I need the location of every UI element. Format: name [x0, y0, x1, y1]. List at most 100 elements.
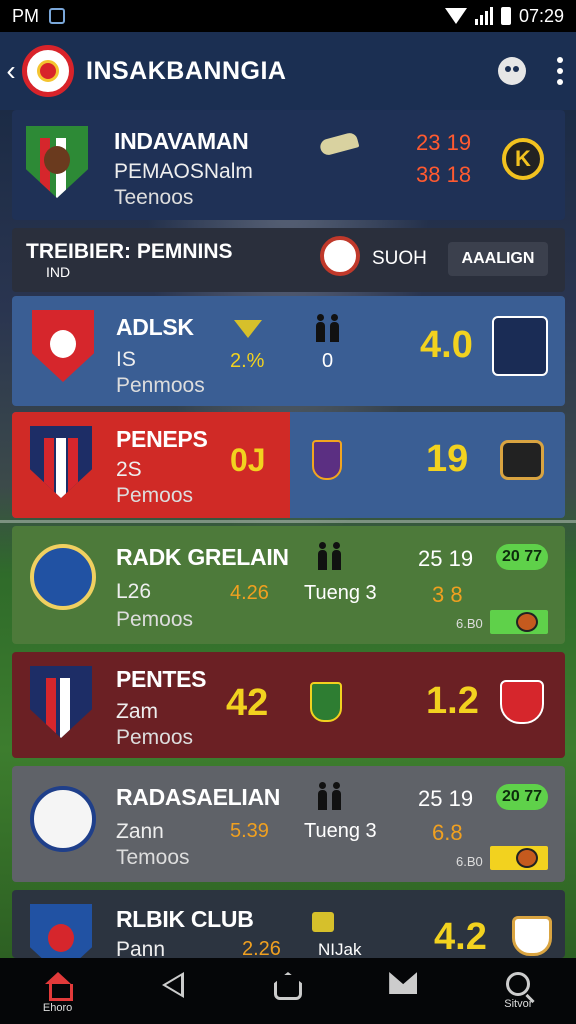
bottom-navigation: Ehoro Sitvor	[0, 958, 576, 1024]
score-bottom: 38 18	[416, 162, 472, 187]
team-subtitle: L26	[116, 580, 152, 603]
bar-label: 6.B0	[456, 616, 483, 631]
club-badge-icon	[312, 440, 342, 480]
match-score: 4.2	[434, 916, 487, 958]
match-stat: 2.%	[230, 350, 265, 372]
match-card[interactable]: RADK GRELAIN L26 Pemoos 4.26 Tueng 3 25 …	[12, 526, 565, 644]
team-label: Tueng 3	[304, 582, 377, 604]
score-bottom: 6.8	[432, 820, 463, 845]
players-icon	[314, 314, 342, 342]
opponent-badge-icon	[492, 316, 548, 376]
match-stat: 4.26	[230, 582, 269, 604]
match-stat: 5.39	[230, 820, 269, 842]
team-subtitle: PEMAOSNalm	[114, 160, 253, 183]
match-stat: 0J	[230, 442, 266, 478]
nav-home-button[interactable]	[248, 972, 328, 1000]
team-meta: Pemoos	[116, 484, 194, 507]
wifi-icon	[444, 8, 467, 24]
status-bar: PM 07:29	[0, 0, 576, 32]
score-top: 25 19	[418, 786, 474, 811]
team-subtitle: IS	[116, 348, 136, 371]
team-meta: Pemoos	[116, 726, 194, 749]
more-menu-icon[interactable]	[554, 57, 566, 85]
odds-pill[interactable]: 20 77	[496, 544, 548, 570]
team-subtitle: Zam	[116, 700, 158, 723]
players-icon	[316, 782, 344, 810]
mail-icon	[389, 972, 418, 994]
team-crest	[32, 310, 94, 382]
nav-back[interactable]	[133, 972, 213, 998]
filter-title: TREIBIER: PEMNINS	[26, 240, 233, 263]
trophy-icon	[234, 320, 262, 338]
bet-bar[interactable]	[490, 610, 548, 634]
gallery-icon	[49, 8, 65, 24]
page-title: INSAKBANNGIA	[86, 56, 287, 85]
players-icon	[316, 542, 344, 570]
team-name: RLBIK CLUB	[116, 906, 254, 932]
team-name: PENTES	[116, 666, 207, 692]
align-button[interactable]: AAALIGN	[448, 242, 548, 276]
back-arrow-icon[interactable]: ‹	[0, 55, 22, 87]
team-subtitle: Zann	[116, 820, 164, 843]
team-crest	[30, 904, 92, 958]
top-match-card[interactable]: INDAVAMAN PEMAOSNalm Teenoos 23 19 38 18…	[12, 110, 565, 220]
score-top: 23 19	[416, 130, 472, 155]
opponent-badge-icon	[500, 680, 544, 724]
team-meta: Pemoos	[116, 608, 194, 631]
home-icon	[44, 972, 73, 1001]
odds-pill[interactable]: 20 77	[496, 784, 548, 810]
status-time: 07:29	[518, 5, 564, 26]
team-name: RADK GRELAIN	[116, 544, 289, 570]
match-score: 4.0	[420, 324, 473, 366]
team-meta: Temoos	[116, 846, 190, 869]
team-crest	[30, 786, 96, 852]
filter-subtitle: IND	[46, 264, 71, 280]
team-name: INDAVAMAN	[114, 128, 249, 154]
match-card[interactable]: PENTES Zam Pemoos 42 1.2	[12, 652, 565, 758]
team-crest	[30, 544, 96, 610]
bet-bar[interactable]	[490, 846, 548, 870]
search-icon	[506, 972, 531, 996]
team-crest	[30, 666, 92, 738]
team-name: RADASAELIAN	[116, 784, 281, 810]
filter-bar: TREIBIER: PEMNINS IND SUOH AAALIGN	[12, 228, 565, 292]
team-label: Tueng 3	[304, 820, 377, 842]
match-card[interactable]: ADLSK IS Penmoos 2.% 0 4.0	[12, 296, 565, 406]
score-top: 25 19	[418, 546, 474, 571]
league-logo-icon	[320, 236, 360, 276]
battery-icon	[500, 7, 511, 25]
team-meta: Penmoos	[116, 374, 205, 397]
match-stat: 2.26	[242, 938, 281, 958]
score-bottom: 3 8	[432, 582, 463, 607]
match-score: 19	[426, 438, 469, 480]
match-card[interactable]: RADASAELIAN Zann Temoos 5.39 Tueng 3 25 …	[12, 766, 565, 882]
match-stat: 42	[226, 682, 269, 724]
opponent-badge-icon	[500, 440, 544, 480]
match-card[interactable]: PENEPS 2S Pemoos 0J 19	[12, 412, 565, 518]
team-crest	[26, 126, 88, 198]
trophy-icon	[312, 912, 334, 932]
nav-mail[interactable]	[363, 972, 443, 994]
team-label: NIJak	[318, 940, 362, 958]
search-label[interactable]: SUOH	[372, 248, 427, 270]
back-icon	[161, 972, 184, 998]
team-subtitle: Pann	[116, 938, 166, 958]
status-left-text: PM	[12, 5, 39, 26]
home-button-icon	[273, 972, 302, 1000]
club-logo	[22, 45, 74, 97]
pitch-line	[0, 520, 576, 523]
team-meta: Teenoos	[114, 186, 194, 209]
team-subtitle: 2S	[116, 458, 142, 481]
player-count: 0	[322, 350, 334, 372]
signal-icon	[474, 7, 493, 25]
search-icon[interactable]	[498, 57, 526, 85]
match-card[interactable]: RLBIK CLUB Pann 2.26 NIJak 4.2	[12, 890, 565, 958]
opponent-badge-icon	[512, 916, 552, 956]
boot-icon	[318, 131, 360, 157]
app-header: ‹ INSAKBANNGIA	[0, 32, 576, 110]
team-name: ADLSK	[116, 314, 194, 340]
nav-home[interactable]: Ehoro	[18, 972, 98, 1014]
bar-label: 6.B0	[456, 854, 483, 869]
nav-search[interactable]: Sitvor	[478, 972, 558, 1010]
match-score: 1.2	[426, 680, 479, 722]
